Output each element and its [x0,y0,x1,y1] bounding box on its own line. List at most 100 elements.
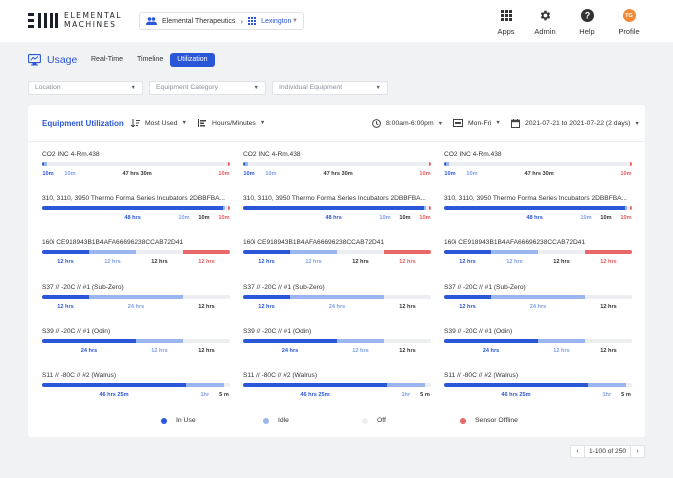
utilization-bar [42,339,230,343]
segment-label: 5 m [621,392,631,398]
tab-real-time[interactable]: Real-Time [84,53,130,67]
segment-label: 24 hrs [281,348,299,354]
segment-label: 10m [444,171,456,177]
equipment-item[interactable]: 160i CE918943B1B4AFA66696238CCAB72D41 12 … [42,239,230,279]
breadcrumb[interactable]: Elemental Therapeutics › Lexington ▼ [139,12,304,30]
segment-label: 12 hrs [305,259,322,265]
breadcrumb-location[interactable]: Lexington [261,18,291,25]
bar-segment-idle [337,339,384,343]
segment-label: 10m [466,171,478,177]
date-range-dropdown[interactable]: 2021-07-21 to 2021-07-22 (2 days) ▼ [511,119,640,128]
utilization-labels: 12 hrs 24 hrs 12 hrs [42,304,230,312]
bar-segment-off [183,339,230,343]
equipment-item[interactable]: S11 // -80C // #2 (Walrus) 46 hrs 25m 1hr 5… [42,372,230,412]
equipment-category-filter[interactable]: Equipment Category ▼ [149,81,266,95]
segment-label: 12 hrs [553,259,570,265]
tab-utilization[interactable]: Utilization [170,53,215,67]
equipment-item[interactable]: S39 // -20C // #1 (Odin) 24 hrs 12 hrs 12 h… [444,328,632,368]
segment-label: 12 hrs [399,259,416,265]
segment-label: 10m [419,215,431,221]
bar-segment-idle [491,250,538,254]
segment-label: 12 hrs [506,259,523,265]
breadcrumb-org[interactable]: Elemental Therapeutics [162,18,235,25]
equipment-item[interactable]: 310, 3110, 3950 Thermo Forma Series Incu… [42,195,230,235]
equipment-item[interactable]: S11 // -80C // #2 (Walrus) 46 hrs 25m 1hr 5… [243,372,431,412]
bar-segment-in-use [243,383,387,387]
units-dropdown[interactable]: Hours/Minutes ▼ [198,119,265,127]
brand-logo[interactable]: ELEMENTAL MACHINES [28,11,122,29]
chevron-down-icon: ▼ [375,85,381,91]
utilization-bar [42,250,230,254]
pagination-range: 1-100 of 250 [584,446,632,457]
segment-label: 10m [580,215,592,221]
top-bar: ELEMENTAL MACHINES Elemental Therapeutic… [0,0,673,42]
segment-label: 24 hrs [80,348,98,354]
equipment-item[interactable]: CO2 INC 4-Rm.438 10m 10m 47 hrs 30m 10m [243,151,431,191]
avatar: TG [622,9,636,22]
segment-label: 12 hrs [151,259,168,265]
equipment-name: 310, 3110, 3950 Thermo Forma Series Incu… [243,195,427,202]
segment-label: 12 hrs [198,304,215,310]
segment-label: 48 hrs [526,215,543,221]
nav-profile[interactable]: TG Profile [609,8,649,36]
equipment-item[interactable]: 160i CE918943B1B4AFA66696238CCAB72D41 12 … [243,239,431,279]
equipment-name: S37 // -20C // #1 (Sub-Zero) [42,284,124,291]
segment-label: 10m [243,171,255,177]
equipment-item[interactable]: S37 // -20C // #1 (Sub-Zero) 12 hrs 24 hrs… [42,284,230,324]
segment-label: 10m [218,171,230,177]
equipment-item[interactable]: S37 // -20C // #1 (Sub-Zero) 12 hrs 24 hrs… [444,284,632,324]
location-filter[interactable]: Location ▼ [28,81,143,95]
legend-sensor-offline: Sensor Offline [460,417,518,424]
time-range-dropdown[interactable]: 8:00am-6:00pm ▼ [372,119,443,128]
equipment-item[interactable]: S39 // -20C // #1 (Odin) 24 hrs 12 hrs 12 h… [243,328,431,368]
equipment-item[interactable]: S11 // -80C // #2 (Walrus) 46 hrs 25m 1hr 5… [444,372,632,412]
segment-label: 46 hrs 25m [99,392,129,398]
utilization-labels: 12 hrs 12 hrs 12 hrs 12 hrs [444,259,632,267]
segment-label: 10m [42,171,54,177]
next-page-button[interactable]: › [631,446,644,457]
nav-admin[interactable]: Admin [525,8,565,36]
legend-idle: Idle [263,417,289,424]
bar-segment-off [183,295,230,299]
days-label: Mon-Fri [468,119,492,127]
days-dropdown[interactable]: Mon-Fri ▼ [453,119,501,127]
segment-label: 48 hrs [325,215,342,221]
bar-segment-idle [89,295,183,299]
equipment-item[interactable]: 310, 3110, 3950 Thermo Forma Series Incu… [243,195,431,235]
nav-apps[interactable]: Apps [486,8,526,36]
utilization-bar [444,339,632,343]
bar-segment-idle [387,383,425,387]
pagination: ‹ 1-100 of 250 › [570,445,646,458]
building-icon [248,17,257,25]
equipment-item[interactable]: 160i CE918943B1B4AFA66696238CCAB72D41 12 … [444,239,632,279]
individual-equipment-filter[interactable]: Individual Equipment ▼ [272,81,388,95]
bar-segment-off [448,162,630,166]
equipment-name: S11 // -80C // #2 (Walrus) [42,372,117,379]
bar-segment-offline [629,206,632,210]
usage-title-text: Usage [47,54,78,66]
chevron-down-icon[interactable]: ▼ [292,18,298,24]
bar-segment-idle [290,250,337,254]
segment-label: 24 hrs [328,304,346,310]
utilization-labels: 12 hrs 12 hrs 12 hrs 12 hrs [243,259,431,267]
nav-help[interactable]: ? Help [567,8,607,36]
equipment-item[interactable]: S39 // -20C // #1 (Odin) 24 hrs 12 hrs 12 h… [42,328,230,368]
equipment-item[interactable]: S37 // -20C // #1 (Sub-Zero) 12 hrs 24 hrs… [243,284,431,324]
prev-page-button[interactable]: ‹ [571,446,584,457]
segment-label: 47 hrs 30m [323,171,353,177]
tab-timeline[interactable]: Timeline [130,53,170,67]
chevron-down-icon: ▼ [259,120,266,126]
nav-admin-label: Admin [534,27,556,36]
segment-label: 47 hrs 30m [524,171,554,177]
utilization-labels: 24 hrs 12 hrs 12 hrs [444,348,632,356]
bar-segment-off [585,295,632,299]
equipment-item[interactable]: CO2 INC 4-Rm.438 10m 10m 47 hrs 30m 10m [444,151,632,191]
segment-label: 1hr [401,392,411,398]
equipment-category-placeholder: Equipment Category [156,84,218,91]
segment-label: 12 hrs [258,304,275,310]
utilization-bar [42,295,230,299]
sort-dropdown[interactable]: Most Used ▼ [131,119,187,127]
equipment-item[interactable]: 310, 3110, 3950 Thermo Forma Series Incu… [444,195,632,235]
segment-label: 12 hrs [151,348,168,354]
equipment-item[interactable]: CO2 INC 4-Rm.438 10m 10m 47 hrs 30m 10m [42,151,230,191]
